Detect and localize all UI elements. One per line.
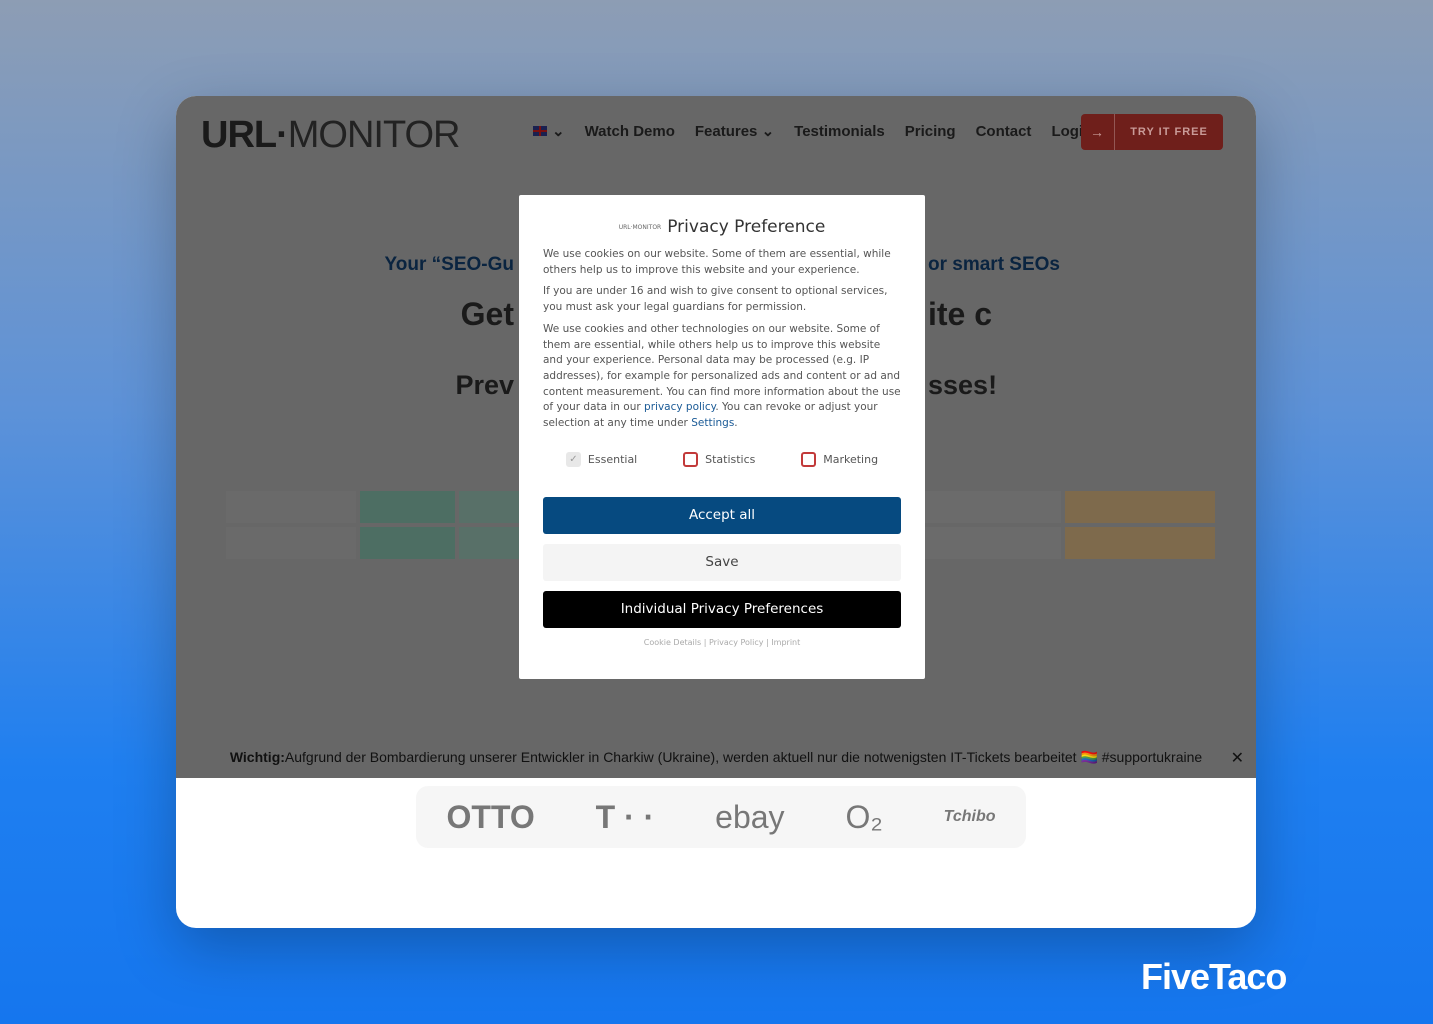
nav-testimonials[interactable]: Testimonials [794,123,885,140]
nav-contact[interactable]: Contact [976,123,1032,140]
otto-logo: OTTO [446,798,535,835]
save-button[interactable]: Save [543,543,901,581]
individual-preferences-button[interactable]: Individual Privacy Preferences [543,590,901,628]
language-selector[interactable]: ⌄ [533,122,565,140]
arrow-right-icon: → [1081,114,1115,150]
telekom-logo: T · · [595,798,655,835]
settings-link[interactable]: Settings [691,417,734,429]
hero-subtitle-left: Your “SEO-Gu [384,254,514,275]
close-icon[interactable]: ✕ [1231,748,1244,768]
cookie-details-link[interactable]: Cookie Details [644,638,701,647]
dialog-logo: URL·MONITOR [618,223,662,231]
privacy-policy-link[interactable]: privacy policy [644,401,715,413]
marketing-checkbox[interactable]: Marketing [801,451,878,467]
navbar: URL·MONITOR ⌄ Watch Demo Features ⌄ Test… [176,96,1256,168]
hero-title-right: ite c [928,296,993,332]
dialog-title: URL·MONITOR Privacy Preference [618,217,826,237]
brand-logos: OTTO T · · ebay O₂ Tchibo [416,786,1026,848]
nav-menu: ⌄ Watch Demo Features ⌄ Testimonials Pri… [533,122,1092,140]
notice-banner: Wichtig: Aufgrund der Bombardierung unse… [229,748,1244,768]
nav-features[interactable]: Features ⌄ [695,122,774,140]
uk-flag-icon [533,126,547,136]
nav-watch-demo[interactable]: Watch Demo [585,123,675,140]
o2-logo: O₂ [845,798,883,835]
hero-title2-left: Prev [455,370,514,400]
check-icon: ✓ [565,451,581,467]
statistics-checkbox[interactable]: Statistics [683,451,755,467]
ebay-logo: ebay [715,798,785,835]
essential-checkbox[interactable]: ✓ Essential [565,451,637,467]
try-it-free-button[interactable]: → TRY IT FREE [1081,114,1223,150]
accept-all-button[interactable]: Accept all [543,496,901,534]
privacy-dialog: URL·MONITOR Privacy Preference We use coo… [519,195,925,679]
hero-title-left: Get [460,296,514,332]
logo[interactable]: URL·MONITOR [201,114,461,157]
nav-pricing[interactable]: Pricing [905,123,956,140]
hero-title2-right: sses! [928,370,998,400]
fivetaco-logo: FiveTaco [1141,956,1287,997]
hero-subtitle-right: or smart SEOs [928,254,1060,275]
imprint-link[interactable]: Imprint [771,638,800,647]
privacy-policy-footer-link[interactable]: Privacy Policy [709,638,764,647]
dialog-footer-links: Cookie Details | Privacy Policy | Imprin… [643,637,801,647]
consent-checkboxes: ✓ Essential Statistics Marketing [543,451,901,467]
tchibo-logo: Tchibo [943,808,996,825]
